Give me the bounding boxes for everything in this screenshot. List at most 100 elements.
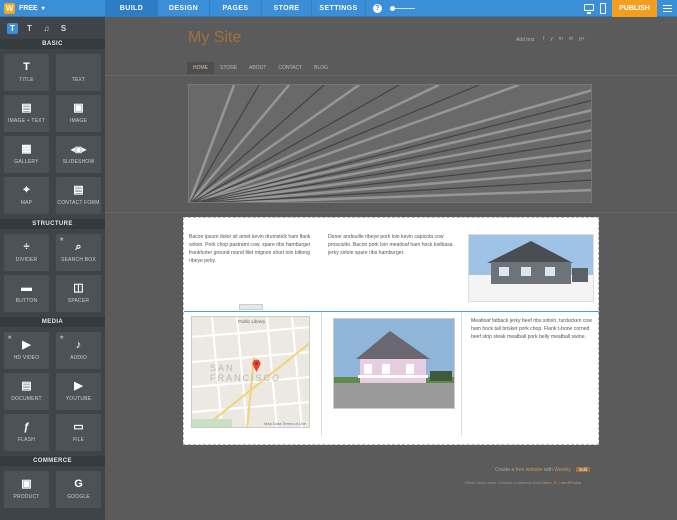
music-tab-icon[interactable]: ♫: [41, 23, 52, 34]
element-label: GOOGLE: [67, 494, 90, 500]
element-button[interactable]: ▬ BUTTON: [4, 275, 49, 312]
element-file[interactable]: ▭ FILE: [56, 414, 101, 451]
flash-icon: ƒ: [23, 421, 30, 433]
site-nav-home[interactable]: HOME: [187, 62, 214, 74]
title-icon: T: [23, 61, 30, 73]
element-gallery[interactable]: ▦ GALLERY: [4, 136, 49, 173]
element-contact-form[interactable]: ▤ CONTACT FORM: [56, 177, 101, 214]
premium-star-icon: ★: [59, 335, 65, 341]
text-block-2[interactable]: Doner andouille ribeye pork loin kevin c…: [328, 233, 454, 257]
elements-tab-icon[interactable]: T: [7, 22, 18, 34]
element-hd-video[interactable]: ★ ▶ HD VIDEO: [4, 332, 49, 369]
hero-banner-image[interactable]: [188, 84, 592, 203]
element-label: FILE: [72, 437, 85, 443]
plan-label: FREE: [19, 5, 38, 12]
house-photo-1[interactable]: [468, 234, 594, 302]
element-label: YOUTUBE: [65, 396, 92, 402]
element-image[interactable]: ▣ IMAGE: [56, 95, 101, 132]
element-google[interactable]: G GOOGLE: [56, 471, 101, 508]
column-divider-2: [461, 312, 462, 436]
paragraph-1-text: Bacon ipsum dolor sit amet kevin drumsti…: [189, 234, 311, 264]
element-spacer[interactable]: ◫ SPACER: [56, 275, 101, 312]
brand-plan-menu[interactable]: W FREE ▾: [0, 0, 105, 17]
map-poi-label: Public Library: [238, 319, 266, 324]
photo-credit-link[interactable]: Dave_S. / nerdPhotos: [542, 480, 581, 485]
tab-pages[interactable]: PAGES: [209, 0, 261, 17]
element-search-box[interactable]: ★ ⌕ SEARCH BOX: [56, 234, 101, 271]
element-flash[interactable]: ƒ FLASH: [4, 414, 49, 451]
site-nav-contact[interactable]: CONTACT: [272, 62, 308, 74]
text-block-3[interactable]: Meatloaf fatback jerky beef ribs sirloin…: [471, 317, 595, 341]
zoom-slider-knob[interactable]: [390, 6, 395, 11]
footer-brand-link[interactable]: Weebly: [554, 467, 571, 473]
mail-icon[interactable]: ✉: [569, 36, 573, 42]
tab-build[interactable]: BUILD: [105, 0, 157, 17]
file-icon: ▭: [73, 421, 84, 433]
desktop-view-icon[interactable]: [584, 4, 594, 14]
map-pin-icon[interactable]: [252, 359, 261, 372]
site-nav-blog[interactable]: BLOG: [308, 62, 334, 74]
hd-video-icon: ▶: [22, 339, 31, 351]
spacer-icon: ◫: [73, 282, 84, 294]
footer-free-website-link[interactable]: free website: [516, 467, 543, 473]
element-document[interactable]: ▤ DOCUMENT: [4, 373, 49, 410]
element-label: SLIDESHOW: [62, 159, 95, 165]
element-image-text[interactable]: ▤ IMAGE + TEXT: [4, 95, 49, 132]
linkedin-icon[interactable]: in: [559, 36, 563, 42]
element-product[interactable]: ▣ PRODUCT: [4, 471, 49, 508]
element-map[interactable]: ⌖ MAP: [4, 177, 49, 214]
element-divider[interactable]: ÷ DIVIDER: [4, 234, 49, 271]
tab-store[interactable]: STORE: [261, 0, 311, 17]
tab-settings[interactable]: SETTINGS: [311, 0, 366, 17]
content-section[interactable]: Bacon ipsum dolor sit amet kevin drumsti…: [183, 217, 600, 445]
element-slideshow[interactable]: ◂▣▸ SLIDESHOW: [56, 136, 101, 173]
hamburger-menu-icon[interactable]: [657, 0, 677, 17]
facebook-icon[interactable]: f: [543, 36, 544, 42]
help-icon[interactable]: ?: [373, 4, 382, 13]
map-footer: Map Data Terms of Use: [264, 421, 306, 426]
element-text[interactable]: TEXT: [56, 54, 101, 91]
element-label: CONTACT FORM: [57, 200, 100, 206]
premium-star-icon: ★: [59, 237, 65, 243]
element-audio[interactable]: ★ ♪ AUDIO: [56, 332, 101, 369]
google-plus-icon[interactable]: g+: [579, 36, 585, 42]
mobile-view-icon[interactable]: [600, 3, 606, 14]
text-block-1[interactable]: Bacon ipsum dolor sit amet kevin drumsti…: [189, 233, 314, 265]
site-title[interactable]: My Site: [188, 29, 241, 47]
element-label: SEARCH BOX: [61, 257, 96, 263]
site-nav-about[interactable]: ABOUT: [243, 62, 272, 74]
sidebar-section-basic: BASIC: [0, 39, 105, 49]
sidebar-section-commerce: COMMERCE: [0, 456, 105, 466]
sidebar-grid: ▣ PRODUCT G GOOGLE: [0, 466, 105, 513]
element-label: FLASH: [17, 437, 36, 443]
gray-house-graphic: [469, 235, 593, 301]
gallery-icon: ▦: [21, 143, 32, 155]
store-tab-icon[interactable]: S: [58, 23, 69, 34]
paragraph-2-text: Doner andouille ribeye pork loin kevin c…: [328, 234, 453, 256]
content-divider: [105, 212, 677, 213]
footer-edit-button[interactable]: Edit: [576, 467, 590, 472]
drag-handle[interactable]: ⋯: [239, 304, 263, 310]
sidebar-toolbar: T T ♫ S: [0, 17, 105, 39]
elements-sidebar: T T ♫ S BASIC T TITLE TEXT ▤ IMAGE + TEXT ▣ IMA…: [0, 17, 105, 520]
house-photo-2[interactable]: [333, 318, 455, 409]
element-title[interactable]: T TITLE: [4, 54, 49, 91]
footer-credit-text: Create a: [495, 467, 515, 473]
element-youtube[interactable]: ▶ YOUTUBE: [56, 373, 101, 410]
twitter-icon[interactable]: y: [550, 36, 553, 42]
fonts-tab-icon[interactable]: T: [24, 23, 35, 34]
sidebar-grid: T TITLE TEXT ▤ IMAGE + TEXT ▣ IMAGE ▦ GALLERY ◂▣▸…: [0, 49, 105, 219]
chevron-down-icon: ▾: [41, 6, 45, 12]
drop-guide-line: [184, 311, 600, 312]
publish-button[interactable]: PUBLISH: [612, 0, 657, 17]
element-label: BUTTON: [15, 298, 38, 304]
zoom-slider[interactable]: [390, 6, 415, 11]
element-label: DIVIDER: [15, 257, 38, 263]
hero-rays-graphic: [189, 85, 591, 202]
tab-design[interactable]: DESIGN: [157, 0, 209, 17]
map-embed[interactable]: Public Library SAN FRANCISCO Map Data Te…: [191, 316, 310, 428]
map-icon: ⌖: [23, 184, 30, 196]
sidebar-grid: ★ ▶ HD VIDEO ★ ♪ AUDIO ▤ DOCUMENT ▶ YOUTUBE ƒ FLASH…: [0, 327, 105, 456]
site-nav-store[interactable]: STORE: [214, 62, 243, 74]
add-text-link[interactable]: Add text: [516, 37, 534, 43]
